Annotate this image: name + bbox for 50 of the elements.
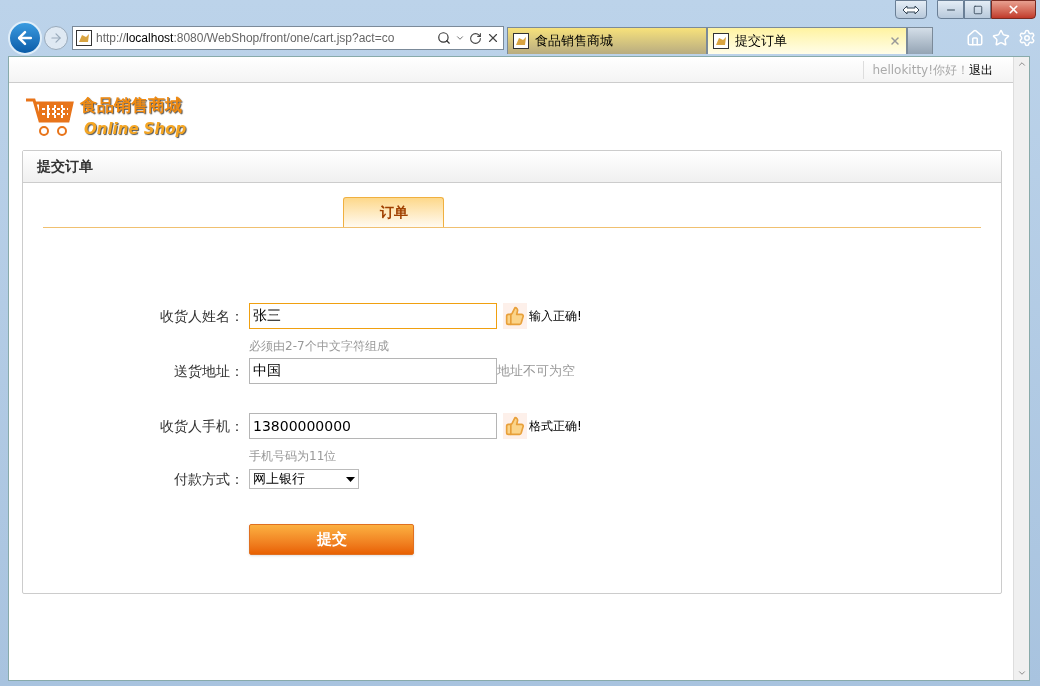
- close-icon: [1007, 3, 1020, 16]
- validation-message: 输入正确!: [529, 308, 582, 325]
- resize-arrows-icon: [902, 4, 920, 15]
- logo-title: 食品销售商城: [80, 93, 183, 117]
- back-button[interactable]: [8, 21, 42, 55]
- close-tab-icon[interactable]: [889, 35, 901, 47]
- text-input-field[interactable]: 张三: [249, 303, 497, 329]
- compat-view-button[interactable]: [895, 0, 927, 19]
- shopping-cart-icon: [24, 96, 76, 137]
- page-favicon-icon: [713, 33, 729, 49]
- logo-subtitle: Online Shop: [84, 119, 187, 140]
- address-bar[interactable]: http://localhost:8080/WebShop/front/one/cart.jsp?act=co: [72, 26, 504, 50]
- maximize-icon: [972, 4, 983, 15]
- refresh-icon[interactable]: [469, 31, 482, 45]
- forward-button[interactable]: [44, 26, 68, 50]
- forward-arrow-icon: [49, 31, 63, 45]
- new-tab-button[interactable]: [907, 27, 933, 54]
- field-label: 送货地址：: [173, 361, 244, 381]
- thumbs-up-icon: [503, 303, 527, 329]
- vertical-scrollbar[interactable]: [1013, 57, 1029, 680]
- validation-message: 格式正确!: [529, 418, 582, 435]
- browser-tab[interactable]: 提交订单: [707, 27, 907, 54]
- home-icon[interactable]: [966, 29, 984, 47]
- search-icon[interactable]: [437, 31, 451, 45]
- dropdown-arrow-icon: [346, 476, 355, 482]
- field-hint: 手机号码为11位: [249, 449, 337, 463]
- scroll-down-icon[interactable]: [1016, 668, 1027, 678]
- logout-link[interactable]: 退出: [969, 60, 993, 79]
- stop-icon[interactable]: [486, 31, 500, 45]
- maximize-button[interactable]: [964, 0, 991, 19]
- order-tab[interactable]: 订单: [343, 197, 444, 227]
- panel-title: 提交订单: [37, 157, 93, 176]
- text-input-field[interactable]: 13800000000: [249, 413, 497, 439]
- field-label: 收货人姓名：: [159, 306, 244, 326]
- scroll-up-icon[interactable]: [1016, 59, 1027, 69]
- close-window-button[interactable]: [991, 0, 1036, 19]
- field-label: 付款方式：: [173, 469, 244, 489]
- settings-icon[interactable]: [1018, 29, 1036, 47]
- minimize-button[interactable]: [937, 0, 964, 19]
- field-hint: 必须由2-7个中文字符组成: [249, 339, 389, 353]
- page-favicon-icon: [76, 30, 92, 46]
- browser-tab[interactable]: 食品销售商城: [507, 27, 707, 54]
- payment-select[interactable]: 网上银行: [249, 469, 359, 489]
- text-input-field[interactable]: 中国: [249, 358, 497, 384]
- page-favicon-icon: [513, 33, 529, 49]
- validation-message: 地址不可为空: [497, 362, 575, 381]
- user-greeting: hellokitty!你好！: [863, 60, 969, 79]
- thumbs-up-icon: [503, 413, 527, 439]
- favorites-star-icon[interactable]: [992, 29, 1010, 47]
- field-label: 收货人手机：: [159, 416, 244, 436]
